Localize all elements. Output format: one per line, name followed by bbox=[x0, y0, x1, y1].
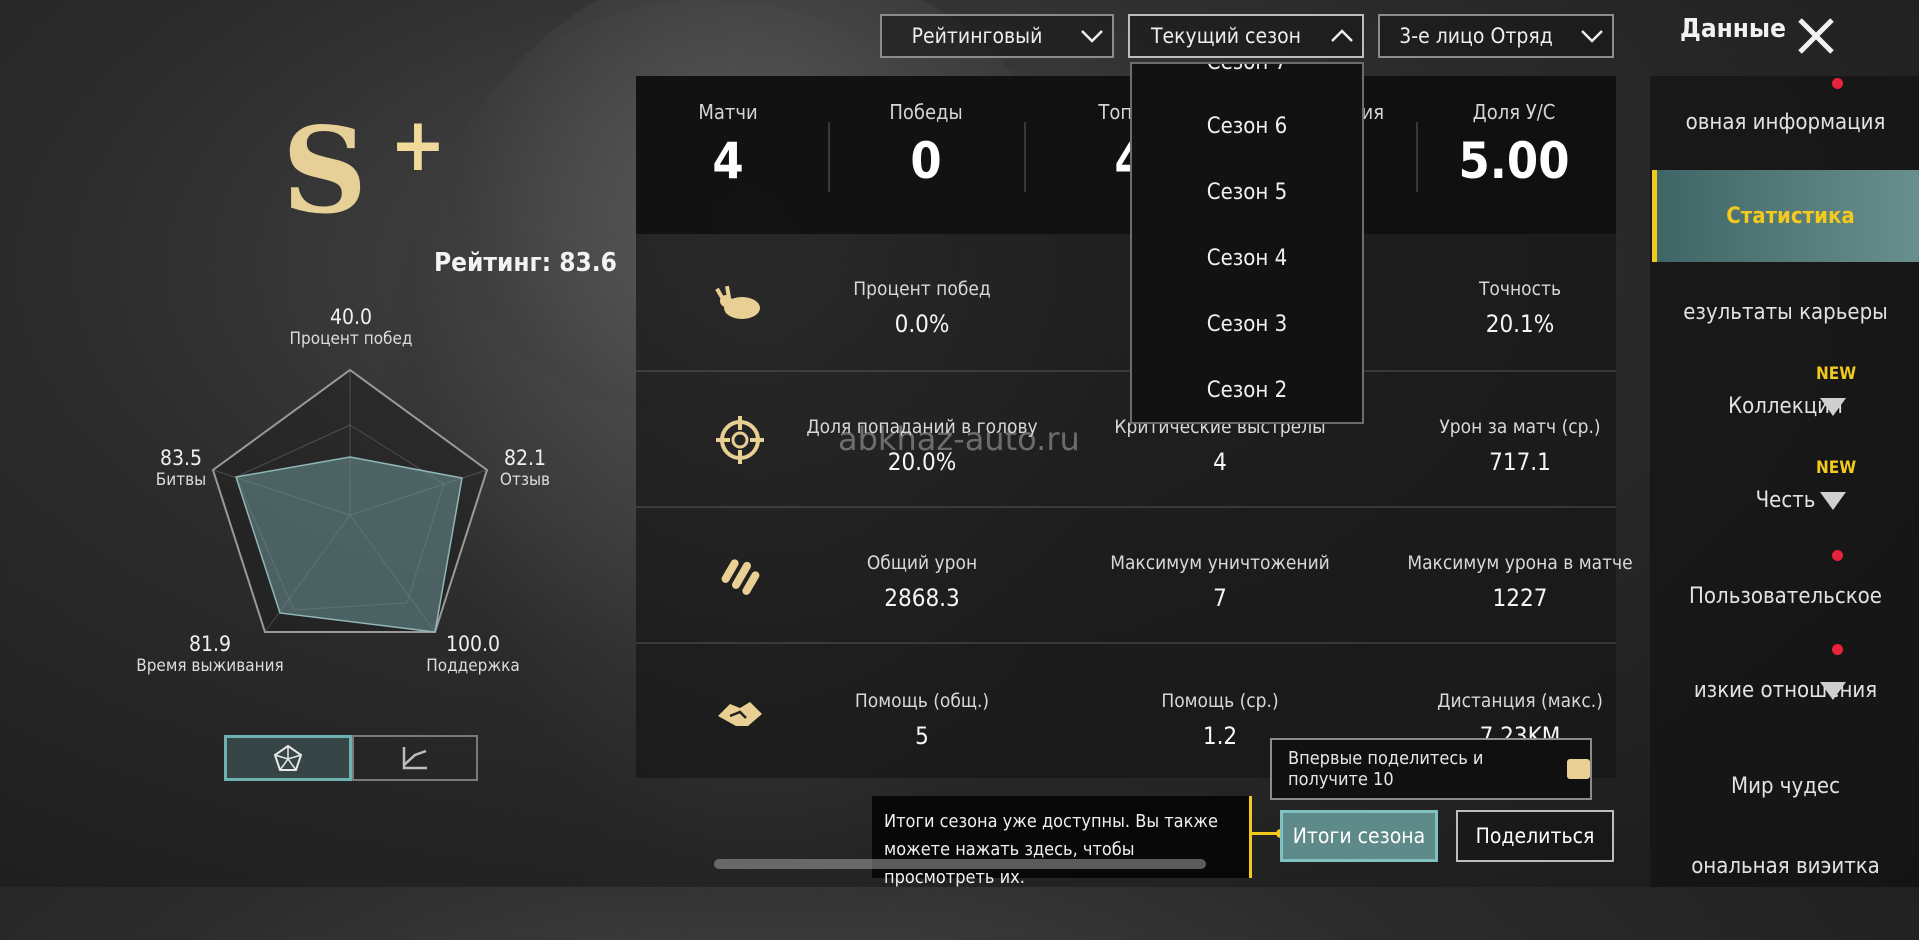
stat-cell: Максимум уничтожений 7 bbox=[1110, 552, 1330, 612]
mode-dropdown[interactable]: Рейтинговый bbox=[880, 14, 1114, 58]
chevron-down-icon bbox=[1572, 29, 1612, 43]
notification-dot bbox=[1832, 550, 1843, 561]
stat-cell: Помощь (общ.) 5 bbox=[854, 690, 990, 750]
triangle-down-icon bbox=[1820, 398, 1846, 416]
sidebar-item-honor[interactable]: Честь bbox=[1652, 470, 1919, 530]
season-menu-item[interactable]: Сезон 2 bbox=[1132, 378, 1362, 403]
season-summary-button[interactable]: Итоги сезона bbox=[1280, 810, 1438, 862]
stat-cell: Точность 20.1% bbox=[1478, 278, 1562, 338]
season-menu-item[interactable]: Сезон 3 bbox=[1132, 312, 1362, 337]
sidebar-item-wonder-world[interactable]: Мир чудес bbox=[1652, 756, 1919, 816]
chevron-up-icon bbox=[1322, 29, 1362, 43]
radar-label-battles: 83.5 Битвы bbox=[155, 446, 207, 490]
mode-dropdown-label: Рейтинговый bbox=[911, 24, 1043, 48]
currency-icon bbox=[1567, 759, 1590, 779]
watermark-text: abkhaz-auto.ru bbox=[838, 420, 1080, 458]
sidebar-item-relations[interactable]: изкие отношения bbox=[1652, 660, 1919, 720]
share-reward-tooltip: Впервые поделитесь и получите 10 bbox=[1270, 738, 1592, 800]
top-stat-matches: Матчи 4 bbox=[698, 100, 758, 190]
line-graph-icon bbox=[402, 747, 427, 770]
season-dropdown[interactable]: Текущий сезон bbox=[1128, 14, 1364, 58]
perspective-dropdown-label: 3-е лицо Отряд bbox=[1399, 24, 1553, 48]
top-stat-wins: Победы 0 bbox=[889, 100, 963, 190]
pentagon-icon bbox=[273, 744, 303, 771]
season-menu: Сезон 7 Сезон 6 Сезон 5 Сезон 4 Сезон 3 … bbox=[1130, 62, 1364, 424]
chicken-icon bbox=[712, 274, 768, 330]
stat-cell: Критические выстрелы 4 bbox=[1114, 416, 1326, 476]
top-stat-kd: Доля У/С 5.00 bbox=[1458, 100, 1570, 190]
page-title: Данные bbox=[1680, 14, 1786, 44]
radar-chart bbox=[211, 368, 489, 633]
close-icon[interactable] bbox=[1796, 16, 1836, 56]
season-menu-item[interactable]: Сезон 6 bbox=[1132, 114, 1362, 139]
handshake-icon bbox=[712, 686, 768, 742]
sidebar-item-career[interactable]: езультаты карьеры bbox=[1652, 282, 1919, 342]
new-badge: NEW bbox=[1816, 364, 1857, 384]
triangle-down-icon bbox=[1820, 492, 1846, 510]
rank-grade: S bbox=[282, 101, 368, 240]
stat-cell: Урон за матч (ср.) 717.1 bbox=[1439, 416, 1601, 476]
rank-grade-plus: + bbox=[390, 102, 446, 188]
graph-view-toggle[interactable] bbox=[352, 735, 478, 781]
stat-cell: Общий урон 2868.3 bbox=[866, 552, 978, 612]
sidebar-item-personal-card[interactable]: ональная виэитка bbox=[1652, 854, 1919, 894]
season-menu-item[interactable]: Сезон 7 bbox=[1132, 64, 1362, 75]
radar-view-toggle[interactable] bbox=[224, 735, 352, 781]
share-reward-text: Впервые поделитесь и получите 10 bbox=[1288, 748, 1484, 790]
notification-dot bbox=[1832, 644, 1843, 655]
crosshair-icon bbox=[712, 412, 768, 468]
share-button[interactable]: Поделиться bbox=[1456, 810, 1614, 862]
rating-value: Рейтинг: 83.6 bbox=[434, 248, 617, 278]
sidebar-item-custom[interactable]: Пользовательское bbox=[1652, 566, 1919, 626]
radar-label-win-rate: 40.0 Процент побед bbox=[289, 305, 413, 349]
home-indicator bbox=[714, 859, 1206, 869]
radar-label-recall: 82.1 Отзыв bbox=[499, 446, 551, 490]
season-menu-item[interactable]: Сезон 4 bbox=[1132, 246, 1362, 271]
stat-cell: Процент побед 0.0% bbox=[853, 278, 991, 338]
triangle-down-icon bbox=[1820, 682, 1846, 700]
season-dropdown-label: Текущий сезон bbox=[1150, 24, 1302, 48]
chevron-down-icon bbox=[1072, 29, 1112, 43]
radar-label-support: 100.0 Поддержка bbox=[426, 632, 520, 676]
bullets-icon bbox=[712, 550, 768, 606]
sidebar-item-statistics[interactable]: Статистика bbox=[1652, 170, 1919, 262]
sidebar-item-collections[interactable]: Коллекции bbox=[1652, 376, 1919, 436]
divider bbox=[1024, 122, 1026, 192]
season-menu-item[interactable]: Сезон 5 bbox=[1132, 180, 1362, 205]
notification-dot bbox=[1832, 78, 1843, 89]
radar-label-survival: 81.9 Время выживания bbox=[136, 632, 284, 676]
sidebar-item-basic-info[interactable]: овная информация bbox=[1652, 92, 1919, 152]
new-badge: NEW bbox=[1816, 458, 1857, 478]
stat-cell: Максимум урона в матче 1227 bbox=[1407, 552, 1633, 612]
perspective-dropdown[interactable]: 3-е лицо Отряд bbox=[1378, 14, 1614, 58]
